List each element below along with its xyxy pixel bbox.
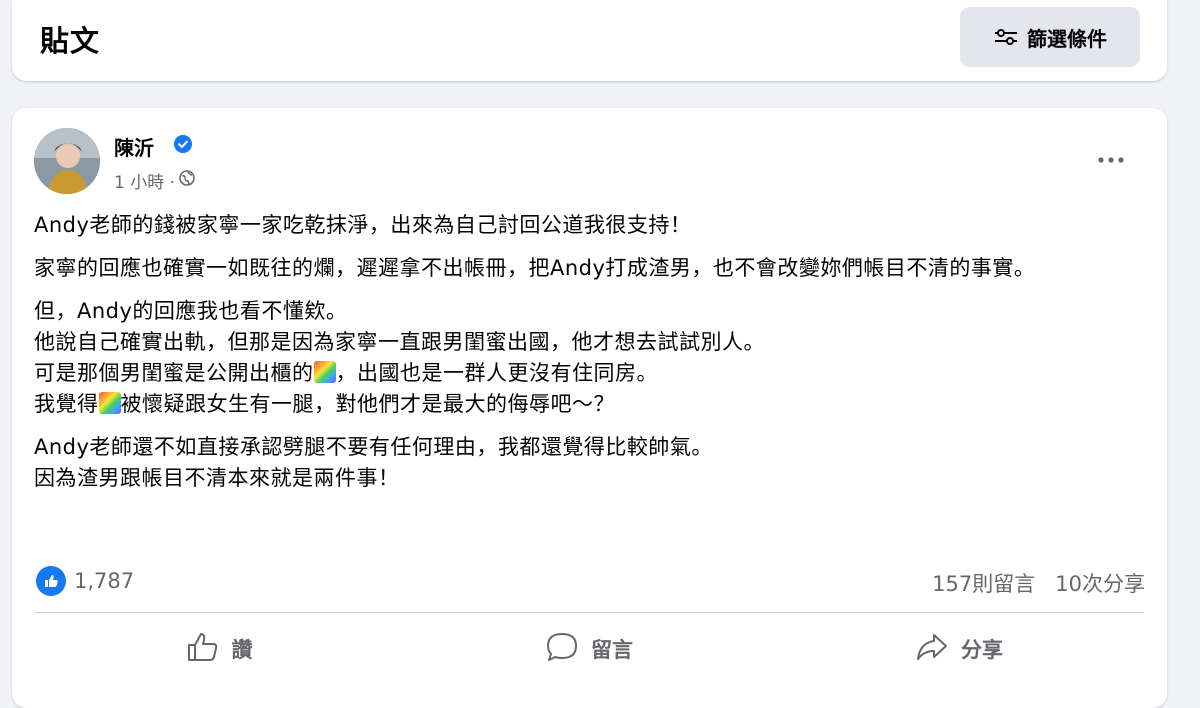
- filter-sliders-icon: [993, 27, 1019, 47]
- comment-button[interactable]: 留言: [404, 624, 774, 674]
- post-actions: 讚 留言 分享: [34, 624, 1144, 674]
- more-options-button[interactable]: [1089, 140, 1133, 176]
- post-stats: 157則留言 10次分享: [932, 568, 1145, 598]
- post-line: 但，Andy的回應我也看不懂欸。: [34, 299, 348, 323]
- public-globe-icon: [179, 170, 195, 191]
- share-count[interactable]: 10次分享: [1055, 568, 1145, 598]
- filter-label: 篩選條件: [1027, 26, 1107, 51]
- reaction-count-text: 1,787: [74, 569, 135, 593]
- divider: [34, 612, 1144, 613]
- rainbow-emoji-icon: [313, 361, 336, 383]
- like-label: 讚: [231, 638, 253, 662]
- thumbs-up-icon: [186, 631, 220, 668]
- comment-count[interactable]: 157則留言: [932, 568, 1035, 598]
- reaction-summary[interactable]: 1,787: [36, 566, 134, 596]
- like-reaction-icon: [36, 566, 66, 596]
- post-text: Andy老師的錢被家寧一家吃乾抹淨，出來為自己討回公道我很支持！ 家寧的回應也確…: [34, 210, 1144, 506]
- share-label: 分享: [961, 638, 1003, 662]
- post-line: 我覺得 被懷疑跟女生有一腿，對他們才是最大的侮辱吧～？: [34, 389, 1144, 420]
- post-paragraph: 但，Andy的回應我也看不懂欸。 他說自己確實出軌，但那是因為家寧一直跟男閨蜜出…: [34, 296, 1144, 420]
- post-line: 他說自己確實出軌，但那是因為家寧一直跟男閨蜜出國，他才想去試試別人。: [34, 330, 765, 354]
- post-line: 因為渣男跟帳目不清本來就是兩件事！: [34, 466, 400, 490]
- share-arrow-icon: [915, 631, 949, 668]
- post-line: Andy老師還不如直接承認劈腿不要有任何理由，我都還覺得比較帥氣。: [34, 435, 713, 459]
- post-paragraph: 家寧的回應也確實一如既往的爛，遲遲拿不出帳冊，把Andy打成渣男，也不會改變妳們…: [34, 253, 1144, 284]
- post-paragraph: Andy老師的錢被家寧一家吃乾抹淨，出來為自己討回公道我很支持！: [34, 210, 1144, 241]
- posts-header: 貼文 篩選條件: [12, 0, 1167, 81]
- share-button[interactable]: 分享: [774, 624, 1144, 674]
- comment-label: 留言: [591, 638, 633, 662]
- more-dots-icon: [1097, 149, 1125, 168]
- post-card: 陳沂 1 小時 · Andy老師的錢被家寧一家吃乾抹淨，出來為自己討回公道我很支…: [12, 108, 1167, 708]
- filter-button[interactable]: 篩選條件: [960, 7, 1140, 67]
- verified-badge-icon: [174, 135, 192, 157]
- post-line-text: 被懷疑跟女生有一腿，對他們才是最大的侮辱吧～？: [120, 392, 615, 416]
- post-paragraph: Andy老師還不如直接承認劈腿不要有任何理由，我都還覺得比較帥氣。 因為渣男跟帳…: [34, 432, 1144, 494]
- page-title: 貼文: [40, 24, 101, 58]
- post-line: Andy老師的錢被家寧一家吃乾抹淨，出來為自己討回公道我很支持！: [34, 213, 692, 237]
- comment-bubble-icon: [545, 631, 579, 668]
- post-line-text: 我覺得: [34, 392, 99, 416]
- post-line: 可是那個男閨蜜是公開出櫃的 ，出國也是一群人更沒有住同房。: [34, 358, 1144, 389]
- rainbow-emoji-icon: [98, 392, 121, 414]
- post-line-text: 可是那個男閨蜜是公開出櫃的: [34, 361, 314, 385]
- post-time-text[interactable]: 1 小時 ·: [114, 168, 175, 193]
- avatar[interactable]: [34, 128, 100, 194]
- post-timestamp: 1 小時 ·: [114, 168, 195, 193]
- author-name[interactable]: 陳沂: [114, 132, 154, 161]
- post-line-text: ，出國也是一群人更沒有住同房。: [335, 361, 658, 385]
- post-line: 家寧的回應也確實一如既往的爛，遲遲拿不出帳冊，把Andy打成渣男，也不會改變妳們…: [34, 256, 1036, 280]
- like-button[interactable]: 讚: [34, 624, 404, 674]
